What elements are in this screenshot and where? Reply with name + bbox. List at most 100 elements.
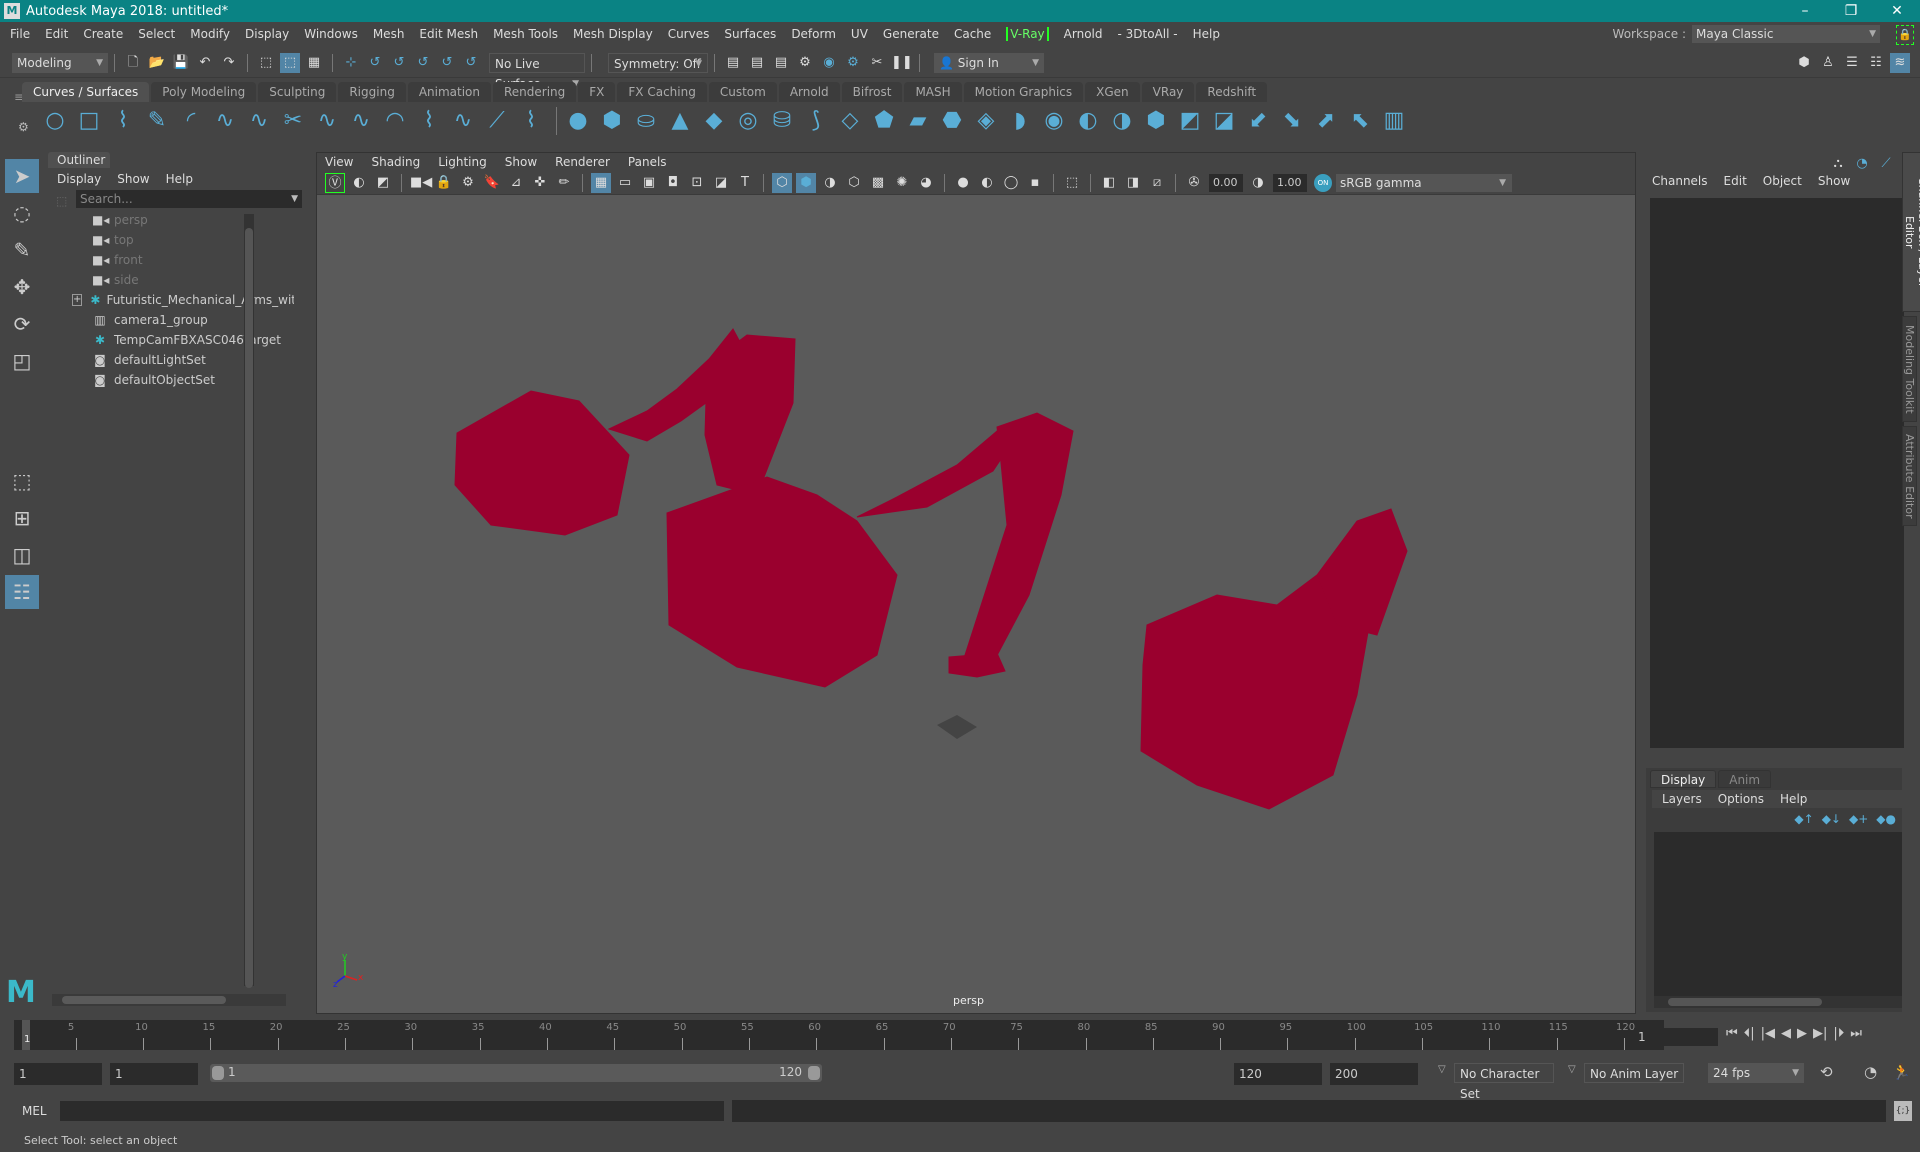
safe-action-icon[interactable]: ◪	[711, 173, 731, 193]
wireframe-on-shaded-icon[interactable]: ⬡	[844, 173, 864, 193]
select-object-icon[interactable]: ⬚	[280, 52, 300, 73]
menu-modify[interactable]: Modify	[190, 27, 230, 41]
view-transform-dropdown[interactable]: sRGB gamma	[1336, 173, 1512, 192]
scrollbar-thumb[interactable]	[1668, 998, 1822, 1006]
expand-icon[interactable]: +	[72, 294, 83, 306]
menu-select[interactable]: Select	[138, 27, 175, 41]
outliner-item[interactable]: ■◂ front	[50, 250, 294, 270]
light-editor-icon[interactable]: ✂	[867, 53, 887, 73]
insert-isoparm-icon[interactable]: ⬋	[1243, 106, 1273, 136]
select-hierarchy-icon[interactable]: ⬚	[256, 53, 276, 73]
bookmark-icon[interactable]: 🔖	[482, 173, 502, 193]
outliner-item[interactable]: ■◂ top	[50, 230, 294, 250]
scrollbar-thumb[interactable]	[245, 228, 253, 988]
cut-curve-icon[interactable]: ✂	[278, 106, 308, 136]
anim-layer-field[interactable]: No Anim Layer	[1584, 1063, 1684, 1083]
gamma-field[interactable]: 1.00	[1273, 173, 1307, 192]
layer-tab-anim[interactable]: Anim	[1718, 770, 1772, 788]
viewport-menu-view[interactable]: View	[325, 155, 353, 169]
camera-settings-icon[interactable]: ⚙	[458, 173, 478, 193]
menu-edit-mesh[interactable]: Edit Mesh	[419, 27, 478, 41]
shelf-tab-rendering[interactable]: Rendering	[493, 82, 577, 102]
model-center-link[interactable]	[856, 430, 1018, 518]
menu-arnold[interactable]: Arnold	[1064, 27, 1103, 41]
grid-icon[interactable]: ▦	[591, 172, 611, 193]
ambient-occlusion-icon[interactable]: ●	[953, 173, 973, 193]
outliner-menu-show[interactable]: Show	[117, 172, 149, 186]
anim-layer-arrow-icon[interactable]: ▽	[1568, 1064, 1576, 1075]
playback-range-bar[interactable]: 1 120	[210, 1064, 822, 1082]
channelbox-menu-show[interactable]: Show	[1818, 174, 1850, 188]
viewport-menu-lighting[interactable]: Lighting	[438, 155, 487, 169]
shelf-tab-vray[interactable]: VRay	[1141, 82, 1195, 102]
open-scene-icon[interactable]: 📂	[147, 53, 167, 73]
snap-view-plane-icon[interactable]: ↺	[413, 53, 433, 73]
menu-mesh-display[interactable]: Mesh Display	[573, 27, 653, 41]
viewport-menu-renderer[interactable]: Renderer	[555, 155, 610, 169]
shelf-tab-fx-caching[interactable]: FX Caching	[617, 82, 707, 102]
wireframe-icon[interactable]: ⬡	[772, 172, 792, 193]
shelf-tab-xgen[interactable]: XGen	[1085, 82, 1140, 102]
fps-dropdown[interactable]: 24 fps	[1708, 1063, 1804, 1083]
play-forward-icon[interactable]: ▶	[1797, 1026, 1807, 1041]
curve-point-icon[interactable]: ∿	[312, 106, 342, 136]
resolution-gate-icon[interactable]: ▣	[639, 173, 659, 193]
viewport-menu-panels[interactable]: Panels	[628, 155, 667, 169]
bezier-icon[interactable]: ∿	[244, 106, 274, 136]
viewport-menu-shading[interactable]: Shading	[371, 155, 420, 169]
anti-aliasing-icon[interactable]: ◯	[1001, 173, 1021, 193]
color-management-toggle[interactable]: ON	[1314, 173, 1332, 192]
close-icon[interactable]: ✕	[1874, 0, 1920, 22]
extrude-icon[interactable]: ◇	[835, 106, 865, 136]
tool-settings-icon[interactable]: ☷	[1866, 53, 1886, 73]
animation-start-field[interactable]: 1	[14, 1063, 102, 1085]
sculpt-geometry-icon[interactable]: ⬉	[1345, 106, 1375, 136]
default-material-icon[interactable]: ◑	[820, 173, 840, 193]
exposure-icon[interactable]: ✇	[1184, 173, 1204, 193]
grease-pencil-icon[interactable]: ✏	[554, 173, 574, 193]
shelf-tab-custom[interactable]: Custom	[708, 82, 777, 102]
move-layer-down-icon[interactable]: ◆↓	[1822, 812, 1841, 826]
layer-menu-options[interactable]: Options	[1718, 792, 1764, 806]
auto-key-icon[interactable]: ◔	[1864, 1063, 1877, 1081]
model-center-arm[interactable]	[704, 334, 796, 496]
move-layer-up-icon[interactable]: ◆↑	[1794, 812, 1813, 826]
snap-curve-icon[interactable]: ↺	[365, 53, 385, 73]
current-frame-field[interactable]: 1	[1634, 1028, 1718, 1046]
ep-curve-icon[interactable]: ∿	[210, 106, 240, 136]
smooth-shade-icon[interactable]: ⬢	[796, 172, 816, 193]
menu-mesh-tools[interactable]: Mesh Tools	[493, 27, 558, 41]
menu-surfaces[interactable]: Surfaces	[724, 27, 776, 41]
character-set-field[interactable]: No Character Set	[1454, 1063, 1554, 1101]
safe-title-icon[interactable]: T	[735, 173, 755, 193]
nurbs-cone-icon[interactable]: ▲	[665, 106, 695, 136]
shelf-tab-sculpting[interactable]: Sculpting	[258, 82, 337, 102]
layer-menu-help[interactable]: Help	[1780, 792, 1807, 806]
attribute-editor-icon[interactable]: ☰	[1842, 53, 1862, 73]
render-setup-icon[interactable]: ⚙	[843, 53, 863, 73]
layer-tab-display[interactable]: Display	[1650, 770, 1717, 788]
menu-vray[interactable]: V-Ray	[1006, 27, 1049, 41]
3d-scene[interactable]: y x z persp	[317, 195, 1635, 1013]
outliner-horizontal-scrollbar[interactable]	[52, 994, 286, 1006]
playback-start-field[interactable]: 1	[110, 1063, 198, 1085]
select-camera-icon[interactable]: ◐	[349, 173, 369, 193]
motion-blur-icon[interactable]: ◐	[977, 173, 997, 193]
step-forward-frame-icon[interactable]: ▶|	[1813, 1026, 1827, 1041]
time-slider[interactable]: 1 5 10 15 20 25 30 35 40 45 50 55 60 65 70 75 80 85 90 95 1…	[14, 1020, 1664, 1050]
shelf-tab-arnold[interactable]: Arnold	[778, 82, 840, 102]
outliner-vertical-scrollbar[interactable]	[244, 214, 254, 988]
channel-box-manipulator-icon[interactable]: ⛬	[1828, 154, 1848, 174]
animation-end-field[interactable]: 200	[1330, 1063, 1418, 1085]
extend-curve-icon[interactable]: ∿	[346, 106, 376, 136]
isolate-select-icon[interactable]: ⬚	[1062, 173, 1082, 193]
new-layer-icon[interactable]: ◆+	[1849, 812, 1868, 826]
character-controls-icon[interactable]: ♙	[1818, 53, 1838, 73]
planar-icon[interactable]: ⬟	[869, 106, 899, 136]
lock-icon[interactable]: 🔒	[1896, 25, 1914, 45]
lock-camera-icon[interactable]: 🔒	[434, 173, 454, 193]
loop-icon[interactable]: ⟲	[1820, 1063, 1833, 1081]
range-end-handle[interactable]	[808, 1066, 820, 1080]
extend-surface-icon[interactable]: ⬊	[1277, 106, 1307, 136]
channel-box-icon[interactable]: ≋	[1890, 52, 1910, 73]
